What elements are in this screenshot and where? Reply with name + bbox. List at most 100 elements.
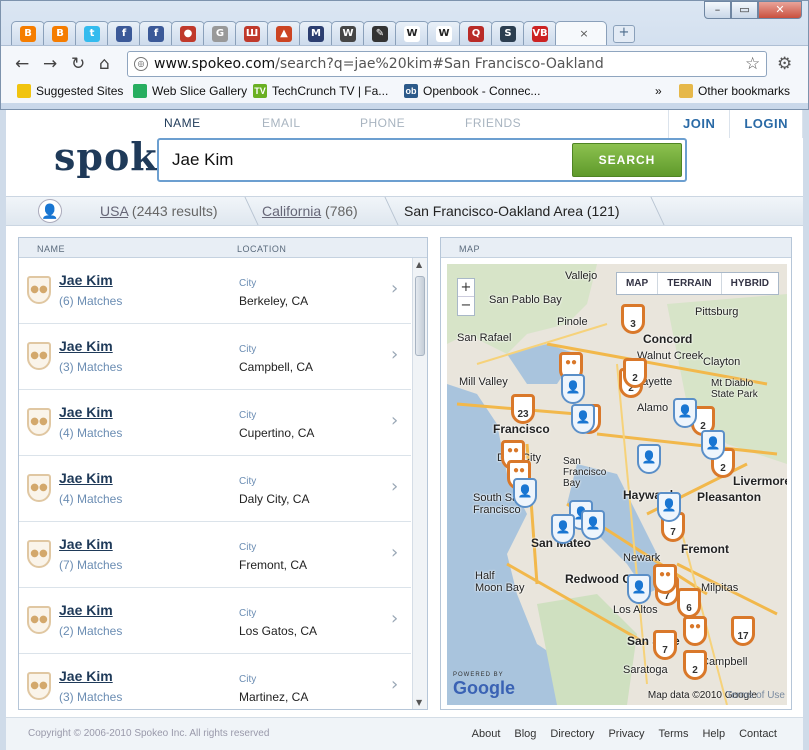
map-marker-cluster[interactable]: 6: [677, 588, 701, 618]
result-row[interactable]: ●● Jae Kim (7) Matches City Fremont, CA ›: [19, 522, 411, 588]
search-button[interactable]: SEARCH: [572, 143, 682, 177]
result-name-link[interactable]: Jae Kim: [59, 536, 113, 552]
close-window-button[interactable]: ✕: [758, 1, 802, 19]
result-row[interactable]: ●● Jae Kim (2) Matches City Los Gatos, CA ›: [19, 588, 411, 654]
browser-tab[interactable]: ▲: [267, 21, 301, 45]
map-marker-person-icon[interactable]: 👤: [513, 478, 537, 508]
result-matches[interactable]: (3) Matches: [59, 690, 122, 704]
map-marker-person-icon[interactable]: 👤: [581, 510, 605, 540]
browser-tab-active[interactable]: ×: [555, 21, 607, 45]
result-name-link[interactable]: Jae Kim: [59, 470, 113, 486]
map-marker-cluster[interactable]: 2: [683, 650, 707, 680]
tab-name[interactable]: NAME: [164, 116, 201, 130]
map-marker-person-icon[interactable]: 👤: [637, 444, 661, 474]
scrollbar-thumb[interactable]: [415, 276, 425, 356]
result-name-link[interactable]: Jae Kim: [59, 338, 113, 354]
breadcrumb-country[interactable]: USA (2443 results): [100, 203, 218, 219]
map-marker-cluster[interactable]: 17: [731, 616, 755, 646]
map-marker-cluster[interactable]: 23: [511, 394, 535, 424]
scroll-up-arrow-icon[interactable]: ▲: [416, 260, 422, 269]
browser-tab[interactable]: f: [107, 21, 141, 45]
browser-tab[interactable]: Ш: [235, 21, 269, 45]
browser-tab[interactable]: M: [299, 21, 333, 45]
footer-link-contact[interactable]: Contact: [739, 728, 777, 740]
browser-tab[interactable]: B: [11, 21, 45, 45]
map-marker-person-icon[interactable]: 👤: [627, 574, 651, 604]
browser-tab[interactable]: G: [203, 21, 237, 45]
zoom-out-button[interactable]: −: [458, 297, 474, 315]
result-name-link[interactable]: Jae Kim: [59, 668, 113, 684]
chevron-right-icon[interactable]: ›: [391, 476, 398, 497]
home-icon[interactable]: ⌂: [99, 54, 110, 74]
login-link[interactable]: LOGIN: [730, 110, 803, 138]
map-marker-cluster[interactable]: 7: [653, 630, 677, 660]
join-link[interactable]: JOIN: [669, 110, 731, 138]
tab-email[interactable]: EMAIL: [262, 116, 301, 130]
map-marker-group-icon[interactable]: ●●: [683, 616, 707, 646]
footer-link-privacy[interactable]: Privacy: [608, 728, 644, 740]
browser-tab[interactable]: W: [331, 21, 365, 45]
map-marker-cluster[interactable]: 2: [623, 358, 647, 388]
result-name-link[interactable]: Jae Kim: [59, 272, 113, 288]
chevron-right-icon[interactable]: ›: [391, 674, 398, 695]
map-marker-cluster[interactable]: 3: [621, 304, 645, 334]
search-input[interactable]: [162, 143, 572, 177]
google-map[interactable]: + − MAP TERRAIN HYBRID Vallejo San Rafae…: [447, 264, 787, 705]
chevron-right-icon[interactable]: ›: [391, 608, 398, 629]
wrench-icon[interactable]: ⚙: [777, 54, 792, 74]
browser-tab[interactable]: W: [395, 21, 429, 45]
new-tab-button[interactable]: +: [613, 25, 635, 43]
result-row[interactable]: ●● Jae Kim (3) Matches City Campbell, CA ›: [19, 324, 411, 390]
breadcrumb-country-link[interactable]: USA: [100, 203, 128, 219]
chevron-right-icon[interactable]: ›: [391, 410, 398, 431]
map-marker-person-icon[interactable]: 👤: [657, 492, 681, 522]
map-marker-person-icon[interactable]: 👤: [701, 430, 725, 460]
breadcrumb-state-link[interactable]: California: [262, 203, 321, 219]
bookmark-openbook[interactable]: ob Openbook - Connec...: [404, 84, 540, 98]
result-matches[interactable]: (4) Matches: [59, 492, 122, 506]
zoom-in-button[interactable]: +: [458, 279, 474, 297]
result-matches[interactable]: (4) Matches: [59, 426, 122, 440]
browser-tab[interactable]: S: [491, 21, 525, 45]
map-marker-person-icon[interactable]: 👤: [571, 404, 595, 434]
footer-link-terms[interactable]: Terms: [659, 728, 689, 740]
chevron-right-icon[interactable]: ›: [391, 278, 398, 299]
address-bar[interactable]: ◎ www.spokeo.com/search?q=jae%20kim#San …: [127, 51, 767, 77]
browser-tab[interactable]: Q: [459, 21, 493, 45]
browser-tab[interactable]: B: [43, 21, 77, 45]
map-marker-person-icon[interactable]: 👤: [673, 398, 697, 428]
back-arrow-icon[interactable]: ←: [15, 54, 29, 74]
footer-link-blog[interactable]: Blog: [514, 728, 536, 740]
maximize-button[interactable]: ▭: [731, 1, 758, 19]
bookmark-suggested-sites[interactable]: Suggested Sites: [17, 84, 123, 98]
result-row[interactable]: ●● Jae Kim (4) Matches City Daly City, CA ›: [19, 456, 411, 522]
result-name-link[interactable]: Jae Kim: [59, 404, 113, 420]
browser-tab[interactable]: t: [75, 21, 109, 45]
map-marker-person-icon[interactable]: 👤: [551, 514, 575, 544]
forward-arrow-icon[interactable]: →: [43, 54, 57, 74]
result-matches[interactable]: (3) Matches: [59, 360, 122, 374]
result-row[interactable]: ●● Jae Kim (6) Matches City Berkeley, CA ›: [19, 258, 411, 324]
result-name-link[interactable]: Jae Kim: [59, 602, 113, 618]
scroll-down-arrow-icon[interactable]: ▼: [416, 698, 422, 707]
bookmark-web-slice-gallery[interactable]: Web Slice Gallery: [133, 84, 247, 98]
map-terms-link[interactable]: Terms of Use: [726, 690, 785, 701]
reload-icon[interactable]: ↻: [71, 54, 85, 74]
footer-link-help[interactable]: Help: [702, 728, 725, 740]
bookmark-star-icon[interactable]: ☆: [745, 54, 760, 74]
result-matches[interactable]: (6) Matches: [59, 294, 122, 308]
chevron-right-icon[interactable]: ›: [391, 542, 398, 563]
browser-tab[interactable]: W: [427, 21, 461, 45]
map-marker-group-icon[interactable]: ●●: [653, 564, 677, 594]
bookmark-techcrunch[interactable]: TV TechCrunch TV | Fa...: [253, 84, 388, 98]
browser-tab[interactable]: ●: [171, 21, 205, 45]
map-type-map[interactable]: MAP: [617, 273, 659, 294]
footer-link-about[interactable]: About: [472, 728, 501, 740]
chevron-right-icon[interactable]: ›: [391, 344, 398, 365]
map-type-hybrid[interactable]: HYBRID: [722, 273, 778, 294]
other-bookmarks[interactable]: Other bookmarks: [679, 84, 790, 98]
close-tab-icon[interactable]: ×: [579, 27, 588, 40]
footer-link-directory[interactable]: Directory: [550, 728, 594, 740]
tab-friends[interactable]: FRIENDS: [465, 116, 521, 130]
map-type-terrain[interactable]: TERRAIN: [658, 273, 722, 294]
